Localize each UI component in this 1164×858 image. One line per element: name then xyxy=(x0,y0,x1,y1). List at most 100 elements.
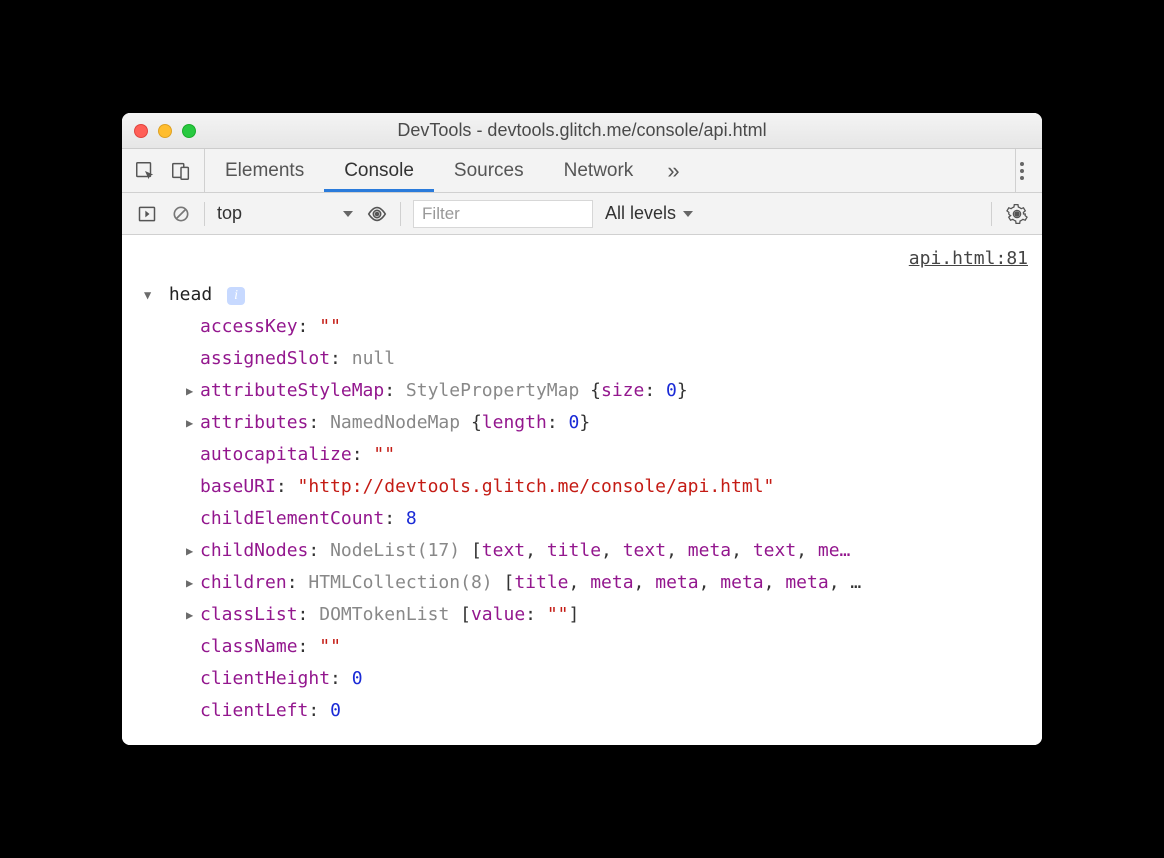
separator xyxy=(991,202,992,226)
close-window-button[interactable] xyxy=(134,124,148,138)
value-token: 0 xyxy=(569,412,580,433)
value-token: "" xyxy=(319,316,341,337)
value-token: title xyxy=(547,540,601,561)
levels-label: All levels xyxy=(605,203,676,224)
property-row: ▶assignedSlot: null xyxy=(136,343,1028,375)
tab-network[interactable]: Network xyxy=(544,149,654,192)
chevrons-right-icon: » xyxy=(667,158,679,184)
disclosure-triangle-icon[interactable]: ▶ xyxy=(186,573,197,594)
property-key: classList xyxy=(200,604,298,625)
separator xyxy=(400,202,401,226)
property-row[interactable]: ▶childNodes: NodeList(17) [text, title, … xyxy=(136,535,1028,567)
value-token: meta xyxy=(655,572,698,593)
value-token: , xyxy=(569,572,591,593)
property-key: attributes xyxy=(200,412,308,433)
value-token: value xyxy=(471,604,525,625)
property-key: accessKey xyxy=(200,316,298,337)
property-key: autocapitalize xyxy=(200,444,352,465)
kebab-menu-icon[interactable] xyxy=(1016,158,1028,184)
info-icon[interactable]: i xyxy=(227,287,245,305)
value-token: length xyxy=(482,412,547,433)
select-element-icon[interactable] xyxy=(134,160,156,182)
value-token: [ xyxy=(460,604,471,625)
traffic-lights xyxy=(134,124,196,138)
property-key: clientLeft xyxy=(200,700,308,721)
property-key: className xyxy=(200,636,298,657)
value-token: { xyxy=(471,412,482,433)
property-row: ▶childElementCount: 8 xyxy=(136,503,1028,535)
gear-icon[interactable] xyxy=(1006,203,1028,225)
live-expression-icon[interactable] xyxy=(366,203,388,225)
value-token: NamedNodeMap xyxy=(330,412,471,433)
disclosure-triangle-icon[interactable]: ▶ xyxy=(186,605,197,626)
value-token: 0 xyxy=(666,380,677,401)
value-token: text xyxy=(753,540,796,561)
context-label: top xyxy=(217,203,242,224)
value-token: meta xyxy=(720,572,763,593)
more-tabs-button[interactable]: » xyxy=(653,149,693,192)
value-token: , xyxy=(601,540,623,561)
minimize-window-button[interactable] xyxy=(158,124,172,138)
console-output: api.html:81 ▼ head i ▶accessKey: ""▶assi… xyxy=(122,235,1042,745)
value-token: , xyxy=(525,540,547,561)
value-token: , xyxy=(764,572,786,593)
inspect-icons xyxy=(134,149,205,192)
value-token: 0 xyxy=(330,700,341,721)
separator xyxy=(204,202,205,226)
property-row[interactable]: ▶children: HTMLCollection(8) [title, met… xyxy=(136,567,1028,599)
clear-console-icon[interactable] xyxy=(170,203,192,225)
value-token: me… xyxy=(818,540,851,561)
property-key: children xyxy=(200,572,287,593)
value-token: , xyxy=(699,572,721,593)
property-row[interactable]: ▶attributeStyleMap: StylePropertyMap {si… xyxy=(136,375,1028,407)
value-token: meta xyxy=(590,572,633,593)
filter-input[interactable] xyxy=(413,200,593,228)
value-token: NodeList(17) xyxy=(330,540,471,561)
property-row: ▶baseURI: "http://devtools.glitch.me/con… xyxy=(136,471,1028,503)
disclosure-triangle-icon[interactable]: ▶ xyxy=(186,413,197,434)
value-token: 8 xyxy=(406,508,417,529)
object-root[interactable]: ▼ head i xyxy=(136,279,1028,311)
value-token: : xyxy=(644,380,666,401)
device-toolbar-icon[interactable] xyxy=(170,160,192,182)
tabs: ElementsConsoleSourcesNetwork xyxy=(205,149,653,192)
window-title: DevTools - devtools.glitch.me/console/ap… xyxy=(122,120,1042,141)
toggle-sidebar-icon[interactable] xyxy=(136,203,158,225)
log-levels-selector[interactable]: All levels xyxy=(605,203,694,224)
property-row[interactable]: ▶classList: DOMTokenList [value: ""] xyxy=(136,599,1028,631)
tab-elements[interactable]: Elements xyxy=(205,149,324,192)
property-key: childElementCount xyxy=(200,508,384,529)
disclosure-triangle-icon[interactable]: ▶ xyxy=(186,381,197,402)
property-row: ▶clientHeight: 0 xyxy=(136,663,1028,695)
value-token: "" xyxy=(373,444,395,465)
property-key: assignedSlot xyxy=(200,348,330,369)
value-token: , xyxy=(666,540,688,561)
value-token: , … xyxy=(829,572,862,593)
tab-bar-right xyxy=(1015,149,1042,192)
property-key: attributeStyleMap xyxy=(200,380,384,401)
value-token: meta xyxy=(785,572,828,593)
source-link[interactable]: api.html:81 xyxy=(136,243,1028,275)
property-row: ▶clientLeft: 0 xyxy=(136,695,1028,727)
value-token: StylePropertyMap xyxy=(406,380,590,401)
property-key: baseURI xyxy=(200,476,276,497)
value-token: : xyxy=(547,412,569,433)
property-row[interactable]: ▶attributes: NamedNodeMap {length: 0} xyxy=(136,407,1028,439)
value-token: text xyxy=(623,540,666,561)
disclosure-triangle-open-icon[interactable]: ▼ xyxy=(144,285,155,306)
console-toolbar: top All levels xyxy=(122,193,1042,235)
value-token: , xyxy=(796,540,818,561)
value-token: meta xyxy=(688,540,731,561)
value-token: [ xyxy=(503,572,514,593)
property-key: childNodes xyxy=(200,540,308,561)
value-token: , xyxy=(634,572,656,593)
value-token: HTMLCollection(8) xyxy=(308,572,503,593)
tab-console[interactable]: Console xyxy=(324,149,434,192)
context-selector[interactable]: top xyxy=(217,203,354,224)
property-row: ▶autocapitalize: "" xyxy=(136,439,1028,471)
zoom-window-button[interactable] xyxy=(182,124,196,138)
tab-sources[interactable]: Sources xyxy=(434,149,544,192)
disclosure-triangle-icon[interactable]: ▶ xyxy=(186,541,197,562)
value-token: "" xyxy=(319,636,341,657)
value-token: "" xyxy=(547,604,569,625)
